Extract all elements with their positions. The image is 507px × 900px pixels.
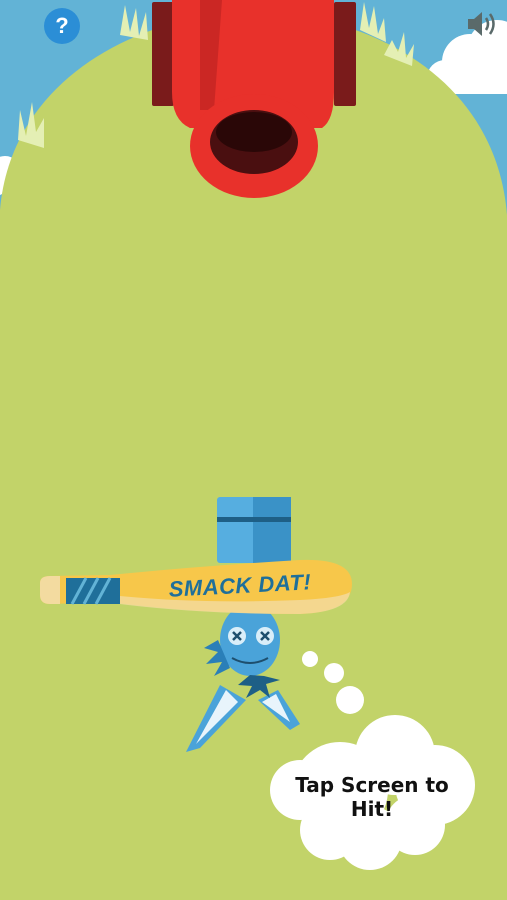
help-button[interactable]: ? bbox=[44, 8, 80, 44]
sound-toggle-button[interactable] bbox=[462, 6, 502, 42]
game-stage[interactable]: ? SMACK DAT! Tap Screen to Hit! bbox=[0, 0, 507, 900]
tap-to-hit-hint: Tap Screen to Hit! bbox=[295, 773, 449, 821]
game-scene bbox=[0, 0, 507, 900]
speaker-volume-icon bbox=[468, 12, 495, 36]
